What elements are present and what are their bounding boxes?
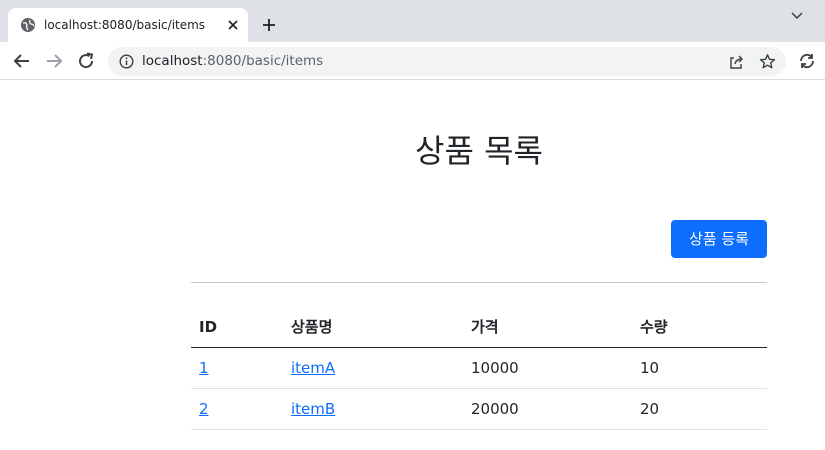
cell-name: itemA <box>283 347 463 389</box>
new-tab-icon[interactable] <box>260 16 278 34</box>
cell-price: 10000 <box>463 347 632 389</box>
cell-name: itemB <box>283 388 463 430</box>
page-title: 상품 목록 <box>415 132 543 170</box>
items-table: ID 상품명 가격 수량 1 itemA 10000 10 2 itemB 20… <box>191 307 767 430</box>
close-icon[interactable] <box>226 18 240 32</box>
url-text[interactable]: localhost:8080/basic/items <box>142 47 323 76</box>
header-id: ID <box>191 307 283 348</box>
url-host: localhost <box>142 53 203 69</box>
info-icon[interactable] <box>119 54 134 69</box>
back-arrow-icon[interactable] <box>12 51 32 71</box>
forward-arrow-icon[interactable] <box>44 51 64 71</box>
add-item-button[interactable]: 상품 등록 <box>671 220 767 258</box>
divider <box>191 282 767 283</box>
tab-strip: localhost:8080/basic/items <box>0 0 825 42</box>
table-header-row: ID 상품명 가격 수량 <box>191 307 767 348</box>
reload-icon[interactable] <box>76 51 96 71</box>
cell-quantity: 10 <box>632 347 767 389</box>
address-bar[interactable]: localhost:8080/basic/items <box>108 47 786 76</box>
cell-quantity: 20 <box>632 388 767 430</box>
bookmark-star-icon[interactable] <box>759 53 776 70</box>
tab-title: localhost:8080/basic/items <box>44 18 206 32</box>
item-id-link[interactable]: 1 <box>199 359 209 377</box>
page-content: 상품 목록 상품 등록 ID 상품명 가격 수량 1 itemA 10000 1… <box>0 81 825 450</box>
item-id-link[interactable]: 2 <box>199 400 209 418</box>
cell-price: 20000 <box>463 388 632 430</box>
browser-toolbar: localhost:8080/basic/items <box>0 42 825 80</box>
browser-tab[interactable]: localhost:8080/basic/items <box>8 8 248 42</box>
item-name-link[interactable]: itemA <box>291 359 335 377</box>
header-price: 가격 <box>463 307 632 348</box>
table-row: 1 itemA 10000 10 <box>191 347 767 389</box>
globe-icon <box>21 18 35 32</box>
item-name-link[interactable]: itemB <box>291 400 335 418</box>
cell-id: 1 <box>191 347 283 389</box>
header-name: 상품명 <box>283 307 463 348</box>
cell-id: 2 <box>191 388 283 430</box>
table-row: 2 itemB 20000 20 <box>191 388 767 430</box>
header-quantity: 수량 <box>632 307 767 348</box>
sync-icon[interactable] <box>798 52 816 70</box>
url-path: :8080/basic/items <box>202 53 324 69</box>
chevron-down-icon[interactable] <box>789 8 805 24</box>
share-icon[interactable] <box>728 54 744 70</box>
